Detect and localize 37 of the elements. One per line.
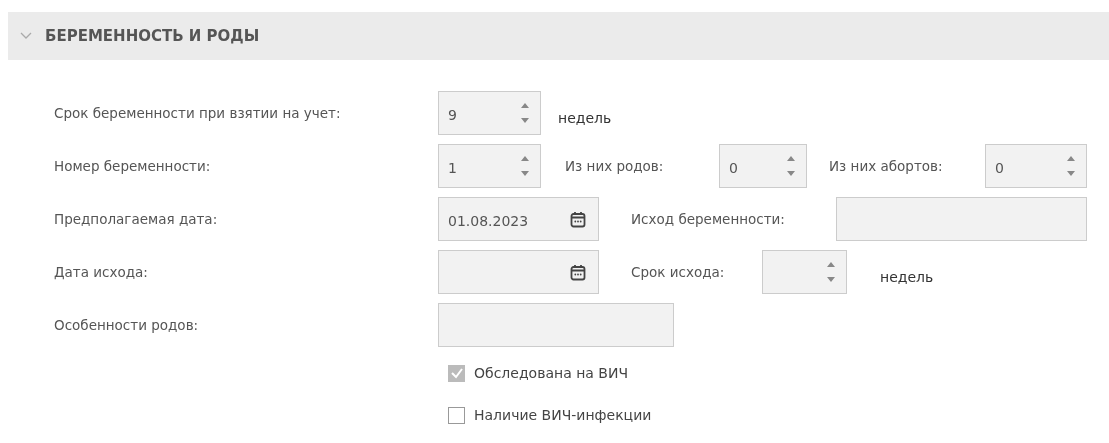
text-field[interactable] xyxy=(836,197,1087,241)
text-field[interactable] xyxy=(438,303,674,347)
unit-label: недель xyxy=(880,269,935,285)
spinner-value: 0 xyxy=(995,160,1004,176)
checkbox-label: Наличие ВИЧ-инфекции xyxy=(474,407,652,423)
date-value: 01.08.2023 xyxy=(448,213,529,229)
calendar-icon[interactable] xyxy=(570,264,586,281)
checkbox[interactable] xyxy=(448,406,465,424)
spinner-value: 0 xyxy=(729,160,738,176)
spin-arrows-icon[interactable] xyxy=(1066,155,1076,177)
date-field[interactable] xyxy=(438,250,599,294)
number-spinner[interactable]: 1 xyxy=(438,144,541,188)
number-spinner[interactable]: 0 xyxy=(719,144,807,188)
field-label: Номер беременности: xyxy=(53,158,212,174)
spin-arrows-icon[interactable] xyxy=(826,261,836,283)
spin-arrows-icon[interactable] xyxy=(520,155,530,177)
field-label: Из них абортов: xyxy=(829,158,944,174)
field-label: Срок беременности при взятии на учет: xyxy=(53,105,342,121)
field-label: Исход беременности: xyxy=(631,211,786,227)
field-label: Из них родов: xyxy=(565,158,665,174)
chevron-icon[interactable] xyxy=(20,32,32,40)
field-label: Особенности родов: xyxy=(53,317,200,333)
field-label: Срок исхода: xyxy=(631,264,726,280)
section-title: БЕРЕМЕННОСТЬ И РОДЫ xyxy=(45,27,260,45)
spinner-value: 1 xyxy=(448,160,457,176)
spin-arrows-icon[interactable] xyxy=(786,155,796,177)
spin-arrows-icon[interactable] xyxy=(520,102,530,124)
field-label: Дата исхода: xyxy=(53,264,149,280)
number-spinner[interactable]: 0 xyxy=(985,144,1087,188)
number-spinner[interactable]: 9 xyxy=(438,91,541,135)
spinner-value: 9 xyxy=(448,107,457,123)
date-field[interactable]: 01.08.2023 xyxy=(438,197,599,241)
checkbox-label: Обследована на ВИЧ xyxy=(474,365,629,381)
section-header[interactable]: БЕРЕМЕННОСТЬ И РОДЫ xyxy=(8,12,1109,60)
field-label: Предполагаемая дата: xyxy=(53,211,219,227)
calendar-icon[interactable] xyxy=(570,211,586,228)
unit-label: недель xyxy=(558,110,613,126)
